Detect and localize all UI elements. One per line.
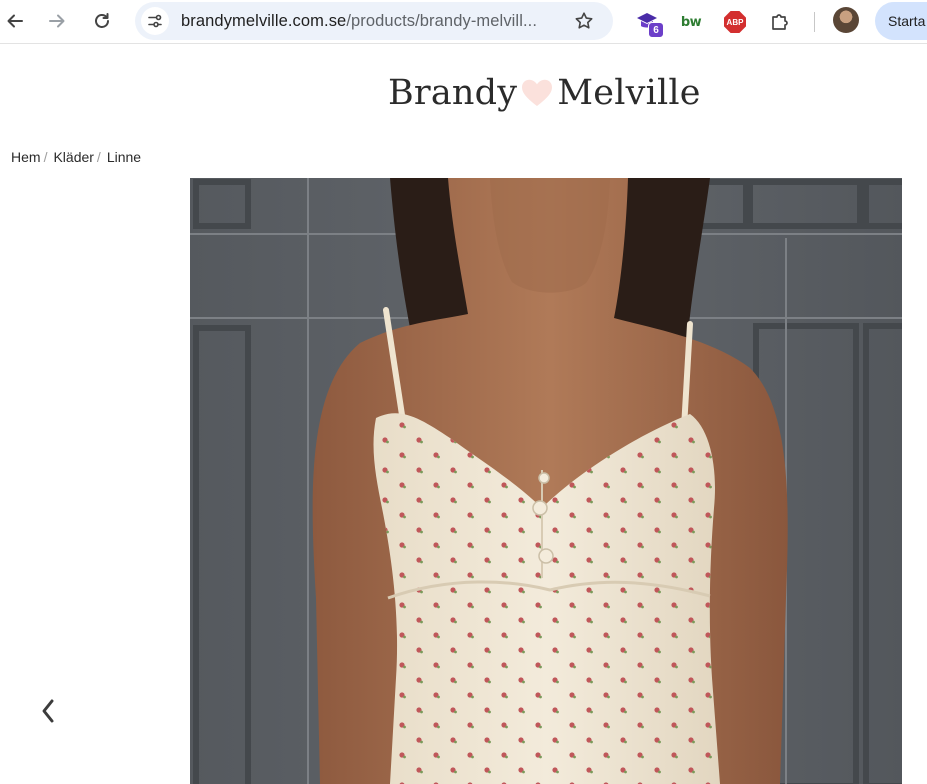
adblock-icon: ABP — [724, 11, 746, 33]
arrow-right-icon — [49, 14, 65, 28]
profile-avatar[interactable] — [833, 7, 859, 33]
url-path: /products/brandy-melvill... — [346, 12, 538, 30]
brand-name-left: Brandy — [388, 73, 518, 113]
brand-name-right: Melville — [557, 73, 701, 113]
extension-graduation[interactable]: 6 — [634, 8, 664, 38]
extensions-menu-button[interactable] — [766, 8, 794, 36]
browser-toolbar: brandymelville.com.se/products/brandy-me… — [0, 0, 927, 44]
breadcrumb-item-tank-tops[interactable]: Linne — [107, 149, 141, 165]
heart-icon — [520, 78, 554, 108]
address-bar[interactable]: brandymelville.com.se/products/brandy-me… — [135, 2, 613, 40]
reload-button[interactable] — [87, 6, 117, 36]
extension-badge: 6 — [648, 22, 664, 38]
forward-button[interactable] — [42, 6, 72, 36]
breadcrumb-separator: / — [96, 149, 101, 165]
url-domain: brandymelville.com.se — [181, 12, 347, 30]
extension-bw[interactable]: bw — [677, 8, 705, 36]
back-button[interactable] — [0, 6, 30, 36]
breadcrumb: Hem / Kläder / Linne — [11, 149, 141, 165]
bookmark-button[interactable] — [572, 9, 596, 33]
star-icon — [575, 12, 593, 29]
brand-logo[interactable]: Brandy Melville — [388, 68, 701, 118]
breadcrumb-separator: / — [43, 149, 48, 165]
toolbar-divider — [814, 12, 815, 32]
start-button[interactable]: Starta — [875, 2, 927, 40]
breadcrumb-item-home[interactable]: Hem — [11, 149, 41, 165]
chevron-left-icon — [42, 699, 54, 723]
reload-icon — [95, 13, 109, 28]
bw-logo-text: bw — [680, 14, 702, 30]
extension-adblock[interactable]: ABP — [721, 8, 749, 36]
puzzle-icon — [772, 14, 788, 30]
arrow-left-icon — [7, 14, 23, 28]
product-image[interactable] — [190, 178, 902, 784]
breadcrumb-item-clothing[interactable]: Kläder — [53, 149, 93, 165]
tune-icon — [148, 14, 162, 28]
url-text[interactable]: brandymelville.com.se/products/brandy-me… — [181, 12, 537, 31]
site-settings-button[interactable] — [141, 7, 169, 35]
gallery-prev-button[interactable] — [36, 697, 60, 725]
